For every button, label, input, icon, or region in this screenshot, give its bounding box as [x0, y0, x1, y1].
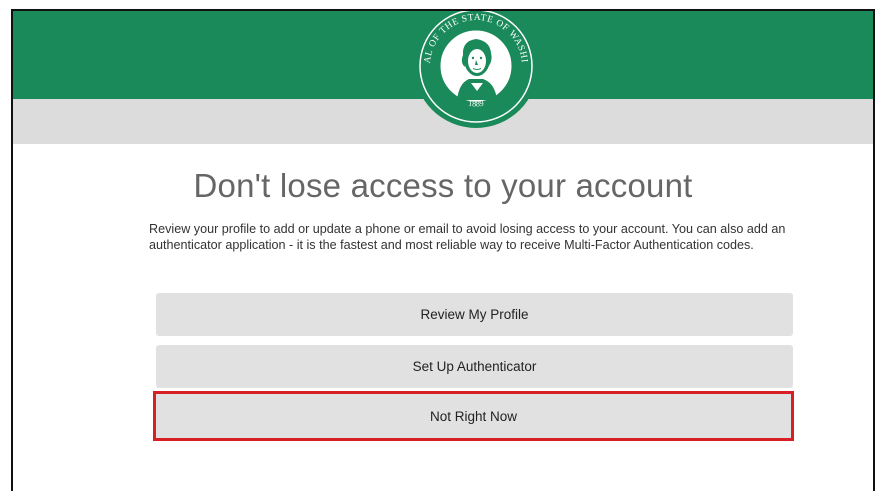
page-description: Review your profile to add or update a p…	[149, 222, 786, 252]
page-title: Don't lose access to your account	[193, 167, 693, 204]
review-my-profile-button[interactable]: Review My Profile	[156, 293, 793, 336]
page-frame: THE SEAL OF THE STATE OF WASHINGTON 1889…	[11, 9, 875, 491]
state-seal-logo: THE SEAL OF THE STATE OF WASHINGTON 1889	[413, 11, 538, 128]
set-up-authenticator-button[interactable]: Set Up Authenticator	[156, 345, 793, 388]
not-right-now-button[interactable]: Not Right Now	[153, 391, 794, 441]
